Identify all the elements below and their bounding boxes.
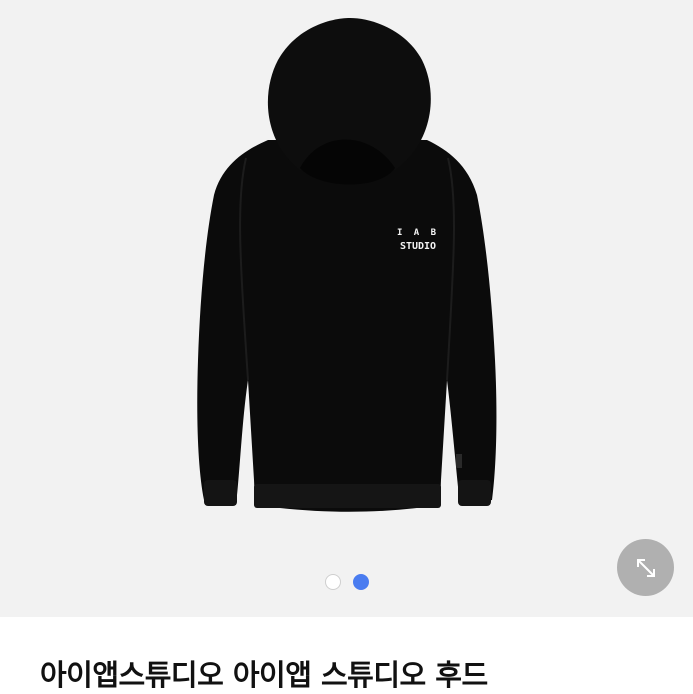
gallery-pagination	[0, 574, 693, 592]
expand-arrows-icon	[636, 558, 655, 577]
product-image-gallery[interactable]: I A B STUDIO	[0, 0, 693, 617]
gallery-dot-1[interactable]	[324, 574, 341, 590]
product-image-hoodie: I A B STUDIO	[197, 18, 497, 512]
logo-text-line2: STUDIO	[400, 241, 436, 252]
logo-text-line1: I A B	[397, 228, 439, 238]
expand-image-button[interactable]	[617, 539, 674, 596]
gallery-dot-2[interactable]	[352, 574, 369, 590]
product-title: 아이앱스튜디오 아이앱 스튜디오 후드	[40, 658, 488, 692]
